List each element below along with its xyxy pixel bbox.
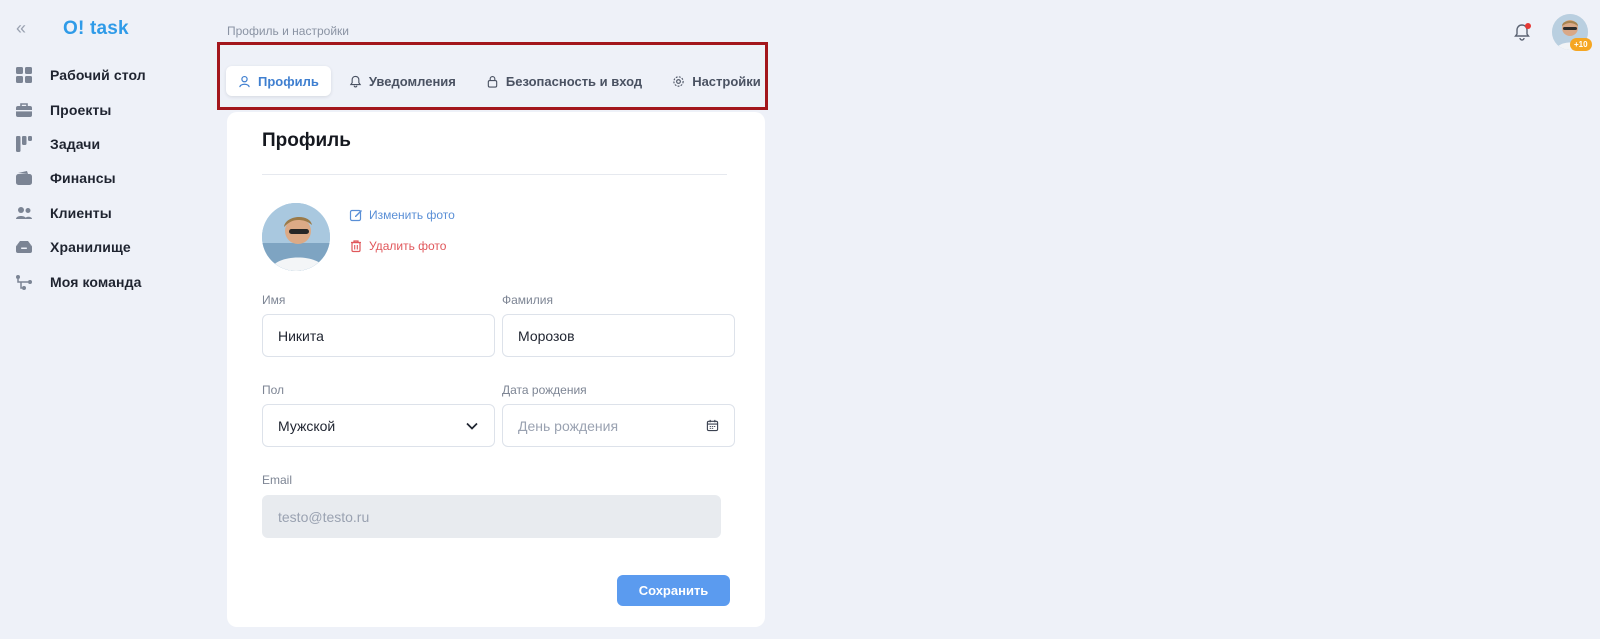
page-title: Профиль: [262, 130, 351, 151]
notifications-bell-icon[interactable]: [1512, 22, 1532, 42]
sidebar-item-label: Хранилище: [50, 239, 131, 256]
tab-label: Профиль: [258, 73, 319, 89]
app-logo[interactable]: O! task: [63, 18, 129, 40]
kanban-icon: [14, 134, 34, 154]
chevron-down-icon: [465, 421, 479, 431]
bell-icon: [349, 74, 363, 88]
sidebar-item-my-team[interactable]: Моя команда: [14, 264, 146, 298]
sidebar-item-projects[interactable]: Проекты: [14, 92, 146, 126]
sidebar-item-clients[interactable]: Клиенты: [14, 196, 146, 230]
tab-settings[interactable]: Настройки: [660, 66, 773, 96]
divider: [262, 174, 727, 175]
email-field: testo@testo.ru: [262, 495, 721, 538]
last-name-value: Морозов: [518, 327, 575, 344]
sidebar-item-finance[interactable]: Финансы: [14, 161, 146, 195]
profile-photo: [262, 203, 330, 271]
sidebar-item-label: Проекты: [50, 101, 112, 118]
gender-value: Мужской: [278, 417, 336, 434]
sidebar-item-desktop[interactable]: Рабочий стол: [14, 58, 146, 92]
sidebar-item-label: Финансы: [50, 170, 116, 187]
delete-photo-link[interactable]: Удалить фото: [349, 239, 446, 253]
lock-icon: [486, 74, 500, 88]
settings-tabs: Профиль Уведомления Безопасность и вход …: [226, 66, 779, 96]
last-name-field[interactable]: Морозов: [502, 314, 735, 357]
tab-profile[interactable]: Профиль: [226, 66, 331, 96]
sidebar-item-label: Рабочий стол: [50, 67, 146, 84]
profile-card: Профиль Изменить фото Удалить фото Имя Н…: [227, 112, 765, 627]
tab-label: Безопасность и вход: [505, 73, 643, 89]
team-tree-icon: [14, 272, 34, 292]
collapse-sidebar-icon[interactable]: «: [16, 18, 26, 38]
delete-photo-label: Удалить фото: [369, 239, 447, 253]
gender-label: Пол: [262, 383, 285, 397]
tab-label: Настройки: [692, 73, 761, 89]
birthdate-placeholder: День рождения: [518, 417, 619, 434]
birthdate-field[interactable]: День рождения: [502, 404, 735, 447]
sidebar-item-tasks[interactable]: Задачи: [14, 127, 146, 161]
first-name-field[interactable]: Никита: [262, 314, 495, 357]
briefcase-icon: [14, 100, 34, 120]
sidebar-nav: Рабочий стол Проекты Задачи Финансы Клие…: [14, 58, 146, 299]
tab-security[interactable]: Безопасность и вход: [474, 66, 654, 96]
last-name-label: Фамилия: [502, 293, 553, 307]
sidebar-item-storage[interactable]: Хранилище: [14, 230, 146, 264]
sidebar: « O! task Рабочий стол Проекты Задачи Фи…: [0, 0, 200, 639]
wallet-icon: [14, 168, 34, 188]
sidebar-item-label: Задачи: [50, 135, 101, 152]
tab-notifications[interactable]: Уведомления: [337, 66, 468, 96]
notification-dot: [1525, 23, 1531, 29]
trash-icon: [349, 239, 363, 253]
calendar-icon[interactable]: [706, 419, 719, 432]
dashboard-grid-icon: [14, 65, 34, 85]
edit-icon: [349, 208, 363, 222]
email-label: Email: [262, 473, 293, 487]
gear-icon: [672, 74, 686, 88]
save-button[interactable]: Сохранить: [617, 575, 730, 606]
change-photo-link[interactable]: Изменить фото: [349, 208, 455, 222]
change-photo-label: Изменить фото: [369, 208, 455, 222]
tab-label: Уведомления: [368, 73, 456, 89]
sidebar-item-label: Клиенты: [50, 204, 112, 221]
gender-select[interactable]: Мужской: [262, 404, 495, 447]
first-name-value: Никита: [278, 327, 324, 344]
user-icon: [238, 74, 252, 88]
storage-box-icon: [14, 237, 34, 257]
sidebar-item-label: Моя команда: [50, 273, 142, 290]
first-name-label: Имя: [262, 293, 286, 307]
birthdate-label: Дата рождения: [502, 383, 587, 397]
email-value: testo@testo.ru: [278, 508, 370, 525]
breadcrumb: Профиль и настройки: [227, 24, 349, 38]
users-icon: [14, 203, 34, 223]
avatar-count-badge: +10: [1570, 38, 1592, 51]
